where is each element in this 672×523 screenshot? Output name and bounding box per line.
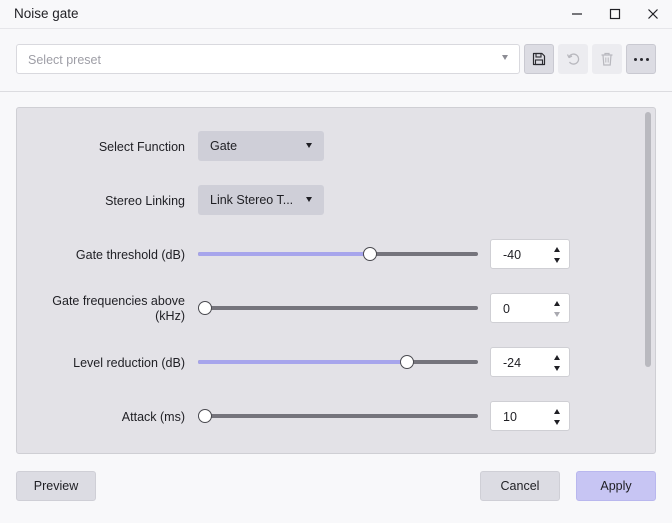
slider-fill bbox=[198, 252, 371, 256]
frequencies-spinbox[interactable]: 0 bbox=[490, 293, 570, 323]
attack-value: 10 bbox=[503, 410, 517, 424]
frequencies-value: 0 bbox=[503, 302, 510, 316]
preview-button[interactable]: Preview bbox=[16, 471, 96, 501]
slider-track bbox=[198, 306, 478, 310]
threshold-slider[interactable] bbox=[198, 247, 478, 261]
maximize-icon bbox=[609, 8, 621, 20]
delete-preset-button[interactable] bbox=[592, 44, 622, 74]
attack-slider[interactable] bbox=[198, 409, 478, 423]
trash-icon bbox=[601, 52, 613, 66]
attack-label: Attack (ms) bbox=[121, 410, 185, 424]
dropdown-arrow-icon bbox=[306, 143, 312, 148]
scrollbar-thumb[interactable] bbox=[645, 112, 651, 367]
slider-thumb[interactable] bbox=[399, 355, 414, 369]
frequencies-slider[interactable] bbox=[198, 301, 478, 315]
window-title: Noise gate bbox=[14, 6, 79, 21]
noise-gate-dialog: Noise gate Select preset Select Function… bbox=[0, 0, 672, 523]
increment-icon[interactable] bbox=[554, 301, 560, 306]
close-button[interactable] bbox=[634, 0, 672, 28]
maximize-button[interactable] bbox=[596, 0, 634, 28]
decrement-icon[interactable] bbox=[554, 312, 560, 317]
slider-thumb[interactable] bbox=[198, 301, 212, 315]
save-icon bbox=[532, 52, 546, 66]
threshold-label: Gate threshold (dB) bbox=[75, 248, 185, 262]
save-preset-button[interactable] bbox=[524, 44, 554, 74]
stereo-linking-label: Stereo Linking bbox=[105, 194, 185, 208]
frequencies-label-line2: (kHz) bbox=[155, 309, 185, 323]
function-dropdown[interactable]: Gate bbox=[198, 131, 324, 161]
decrement-icon[interactable] bbox=[554, 420, 560, 425]
undo-icon bbox=[566, 53, 580, 65]
function-label: Select Function bbox=[98, 140, 185, 154]
slider-thumb[interactable] bbox=[363, 247, 378, 261]
more-icon bbox=[633, 57, 649, 61]
slider-track bbox=[198, 414, 478, 418]
threshold-spinbox[interactable]: -40 bbox=[490, 239, 570, 269]
title-bar: Noise gate bbox=[0, 0, 672, 28]
reduction-slider[interactable] bbox=[198, 355, 478, 369]
slider-thumb[interactable] bbox=[198, 409, 212, 423]
reduction-label: Level reduction (dB) bbox=[73, 356, 185, 370]
preset-select[interactable]: Select preset bbox=[16, 44, 520, 74]
slider-fill bbox=[198, 360, 407, 364]
increment-icon[interactable] bbox=[554, 355, 560, 360]
increment-icon[interactable] bbox=[554, 247, 560, 252]
stereo-linking-value: Link Stereo T... bbox=[210, 193, 294, 207]
close-icon bbox=[648, 9, 658, 19]
attack-spinbox[interactable]: 10 bbox=[490, 401, 570, 431]
section-divider bbox=[0, 91, 672, 92]
more-options-button[interactable] bbox=[626, 44, 656, 74]
undo-button[interactable] bbox=[558, 44, 588, 74]
apply-button[interactable]: Apply bbox=[576, 471, 656, 501]
dropdown-arrow-icon bbox=[306, 197, 312, 202]
chevron-down-icon bbox=[502, 55, 508, 60]
preset-placeholder: Select preset bbox=[28, 53, 101, 67]
reduction-value: -24 bbox=[503, 356, 522, 370]
decrement-icon[interactable] bbox=[554, 258, 560, 263]
title-divider bbox=[0, 28, 672, 29]
frequencies-label: Gate frequencies above (kHz) bbox=[17, 294, 185, 324]
minimize-icon bbox=[572, 13, 582, 15]
cancel-button[interactable]: Cancel bbox=[480, 471, 560, 501]
threshold-value: -40 bbox=[503, 248, 522, 262]
decrement-icon[interactable] bbox=[554, 366, 560, 371]
stereo-linking-dropdown[interactable]: Link Stereo T... bbox=[198, 185, 324, 215]
settings-panel: Select Function Gate Stereo Linking Link… bbox=[16, 107, 656, 454]
minimize-button[interactable] bbox=[558, 0, 596, 28]
reduction-spinbox[interactable]: -24 bbox=[490, 347, 570, 377]
function-value: Gate bbox=[210, 139, 238, 153]
increment-icon[interactable] bbox=[554, 409, 560, 414]
frequencies-label-line1: Gate frequencies above bbox=[52, 294, 185, 308]
